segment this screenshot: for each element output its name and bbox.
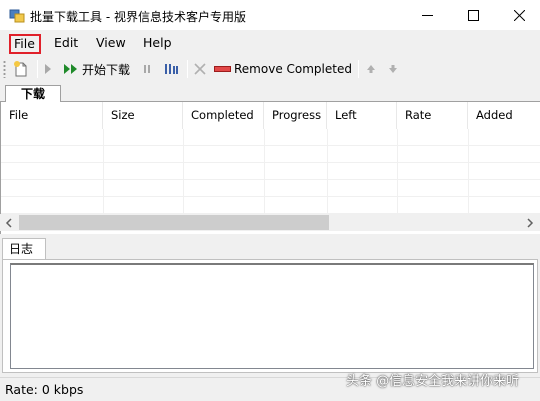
new-file-icon: [14, 61, 27, 77]
column-header-added[interactable]: Added: [468, 102, 540, 129]
column-header-completed[interactable]: Completed: [183, 102, 264, 129]
toolbar-separator: [187, 60, 188, 78]
column-header-progress[interactable]: Progress: [264, 102, 327, 129]
start-download-button[interactable]: 开始下载: [63, 59, 130, 79]
tab-download[interactable]: 下载: [5, 85, 61, 103]
minimize-icon: [421, 15, 433, 16]
log-container: [2, 259, 538, 373]
arrow-up-icon: [367, 65, 375, 73]
rate-status: Rate: 0 kbps: [5, 382, 84, 397]
menu-bar: File Edit View Help: [0, 31, 540, 55]
maximize-button[interactable]: [450, 0, 496, 31]
scroll-left-button[interactable]: [0, 214, 17, 231]
table-row[interactable]: [1, 146, 540, 163]
table-row[interactable]: [1, 197, 540, 214]
toolbar: 开始下载 Remove Completed: [0, 56, 540, 82]
chevron-left-icon: [5, 217, 12, 228]
column-header-rate[interactable]: Rate: [397, 102, 468, 129]
toolbar-separator: [37, 60, 38, 78]
grid-divider: [468, 129, 469, 216]
column-header-left[interactable]: Left: [327, 102, 397, 129]
grid-header: File Size Completed Progress Left Rate A…: [1, 102, 540, 129]
fast-forward-icon: [64, 64, 77, 74]
move-down-button[interactable]: [388, 59, 402, 79]
menu-view[interactable]: View: [92, 34, 130, 54]
watermark: 头条 @信息安全我来讲你来听: [346, 374, 520, 389]
remove-completed-button[interactable]: Remove Completed: [214, 59, 352, 79]
grid-divider: [103, 129, 104, 216]
menu-help[interactable]: Help: [139, 34, 176, 54]
chevron-right-icon: [526, 217, 533, 228]
menu-file[interactable]: File: [9, 34, 41, 54]
tab-log[interactable]: 日志: [2, 238, 46, 260]
remove-completed-label: Remove Completed: [234, 62, 352, 76]
column-header-file[interactable]: File: [1, 102, 103, 129]
move-up-button[interactable]: [366, 59, 380, 79]
table-row[interactable]: [1, 129, 540, 146]
arrow-down-icon: [389, 65, 397, 73]
tab-strip: 下载: [0, 83, 540, 103]
table-row[interactable]: [1, 163, 540, 180]
remove-bar-icon: [214, 66, 231, 72]
app-icon: [9, 9, 25, 23]
delete-x-icon: [194, 63, 206, 75]
start-button[interactable]: [43, 59, 57, 79]
start-download-label: 开始下载: [82, 62, 131, 77]
new-download-button[interactable]: [12, 59, 32, 79]
scroll-right-button[interactable]: [521, 214, 538, 231]
pause-all-icon: [165, 64, 178, 74]
window-title: 批量下载工具 - 视界信息技术客户专用版: [30, 10, 246, 24]
close-button[interactable]: [496, 0, 540, 31]
grid-divider: [327, 129, 328, 216]
pause-all-button[interactable]: [163, 59, 181, 79]
close-icon: [513, 10, 525, 21]
menu-edit[interactable]: Edit: [50, 34, 82, 54]
toolbar-separator: [358, 60, 359, 78]
horizontal-scrollbar[interactable]: [0, 214, 540, 231]
maximize-icon: [467, 10, 479, 21]
delete-button[interactable]: [193, 59, 209, 79]
column-header-size[interactable]: Size: [103, 102, 183, 129]
toolbar-grip[interactable]: [3, 60, 6, 78]
table-row[interactable]: [1, 180, 540, 197]
pause-button[interactable]: [142, 59, 156, 79]
log-panel: 日志: [0, 236, 540, 376]
grid-divider: [397, 129, 398, 216]
minimize-button[interactable]: [404, 0, 450, 31]
grid-divider: [183, 129, 184, 216]
pause-icon: [144, 65, 150, 73]
scroll-thumb[interactable]: [19, 215, 329, 230]
log-textarea[interactable]: [10, 263, 534, 369]
play-icon: [45, 64, 51, 74]
title-bar: 批量下载工具 - 视界信息技术客户专用版: [0, 0, 540, 31]
grid-divider: [264, 129, 265, 216]
